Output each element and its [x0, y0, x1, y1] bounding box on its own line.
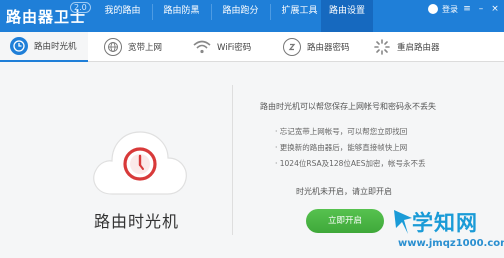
subtab-router-password[interactable]: 路由器密码: [283, 32, 350, 62]
subtab-wifi-password[interactable]: WiFi密码: [193, 32, 251, 62]
feature-bullet: · 忘记宽带上网帐号，可以帮您立即找回: [275, 127, 408, 136]
globe-icon: [104, 38, 122, 56]
subtab-label: WiFi密码: [217, 43, 252, 53]
pane-divider: [232, 85, 233, 235]
feature-title: 路由时光机: [94, 212, 180, 231]
enable-now-button[interactable]: 立即开启: [306, 209, 384, 233]
watermark-text: 学知网: [412, 211, 478, 235]
nav-tab-extensions[interactable]: 扩展工具: [271, 0, 328, 32]
subtab-time-machine[interactable]: 路由时光机: [0, 32, 88, 62]
feature-bullet: · 1024位RSA及128位AES加密，帐号永不丢: [275, 159, 426, 168]
top-navigation-bar: 路由器卫士 2.0 我的路由 路由防黑 路由跑分 扩展工具 路由设置 登录 ≡ …: [0, 0, 504, 32]
wifi-icon: [193, 38, 211, 56]
close-icon[interactable]: ×: [490, 4, 500, 14]
login-link[interactable]: 登录: [442, 4, 458, 15]
version-badge: 2.0: [70, 2, 91, 13]
subtab-label: 路由时光机: [34, 42, 77, 52]
feature-bullet: · 更换新的路由器后，能够直接帧快上网: [275, 143, 408, 152]
nav-tab-benchmark[interactable]: 路由跑分: [212, 0, 269, 32]
subtab-label: 路由器密码: [307, 43, 350, 53]
nav-tab-settings[interactable]: 路由设置: [321, 0, 373, 32]
feature-description: 路由时光机可以帮您保存上网帐号和密码永不丢失: [260, 102, 436, 111]
cloud-clock-icon: [90, 116, 190, 204]
settings-subtab-bar: 路由时光机 宽带上网 WiFi密码 路由器密码 重启路由器: [0, 32, 504, 62]
menu-icon[interactable]: ≡: [462, 4, 472, 14]
window-controls: 登录 ≡ – ×: [428, 2, 500, 16]
watermark-url: www.jmqz1000.com: [398, 238, 504, 249]
minimize-icon[interactable]: –: [476, 4, 486, 14]
subtab-label: 重启路由器: [397, 43, 440, 53]
router-password-icon: [283, 38, 301, 56]
avatar[interactable]: [428, 4, 438, 14]
subtab-restart-router[interactable]: 重启路由器: [373, 32, 440, 62]
restart-icon: [373, 38, 391, 56]
nav-tab-anti-hack[interactable]: 路由防黑: [153, 0, 210, 32]
nav-tab-my-router[interactable]: 我的路由: [94, 0, 151, 32]
clock-icon: [10, 37, 28, 55]
status-text: 时光机未开启，请立即开启: [296, 187, 392, 196]
subtab-broadband[interactable]: 宽带上网: [104, 32, 162, 62]
subtab-label: 宽带上网: [128, 43, 163, 53]
